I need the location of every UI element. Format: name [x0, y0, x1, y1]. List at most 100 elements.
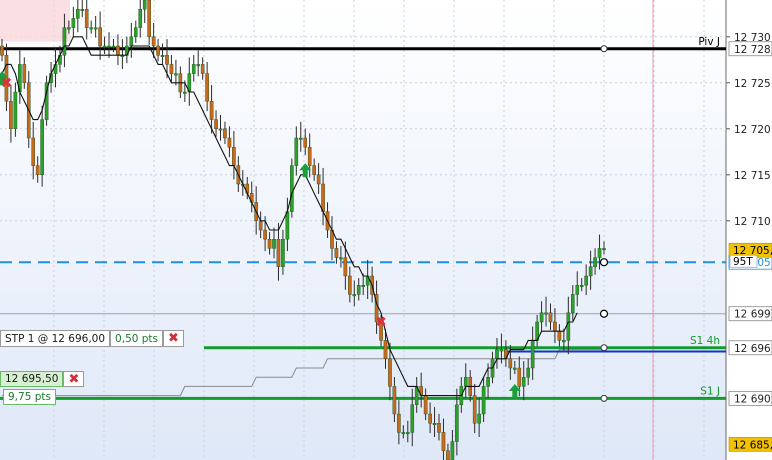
candle-body [548, 312, 553, 323]
candle-body [566, 312, 571, 341]
candle-body [521, 377, 526, 387]
candle-body [35, 165, 40, 176]
timeframe-label: 95T [733, 256, 753, 268]
price-chart[interactable]: Piv JS1 4hS1 J✖✖12 73012 72512 72012 715… [0, 0, 772, 460]
level-name: Piv J [698, 36, 720, 48]
candle-body [147, 0, 151, 37]
candle-body [214, 119, 218, 129]
candle-body [183, 91, 187, 94]
candle-body [40, 119, 44, 175]
candle-body [76, 8, 80, 19]
candle-body [530, 340, 535, 369]
candle-body [539, 312, 544, 323]
stop-order-box[interactable]: STP 1 @ 12 696,00 0,50 pts ✖ [0, 330, 184, 347]
close-icon[interactable]: ✖ [63, 371, 85, 387]
candle-body [307, 146, 312, 166]
candle-body [191, 64, 196, 74]
candle-body [410, 404, 415, 433]
candle-body [575, 285, 580, 295]
level-handle[interactable] [600, 45, 608, 53]
candle-body [209, 100, 214, 120]
candle-body [0, 45, 4, 56]
candle-body [423, 395, 428, 415]
level-price-label: 12 690,7 [734, 393, 772, 405]
candle-body [321, 183, 325, 212]
candle-body [455, 404, 459, 442]
candle-body [267, 238, 272, 249]
candle-body [397, 413, 401, 433]
candle-body [562, 340, 566, 343]
candle-body [517, 367, 522, 387]
candle-body [463, 377, 468, 387]
candle-body [200, 64, 205, 74]
sell-x-icon: ✖ [1, 75, 13, 91]
candle-body [31, 137, 36, 166]
ma-handle[interactable] [599, 309, 609, 318]
candle-body [392, 386, 397, 415]
candle-body [432, 423, 437, 425]
candle-body [142, 0, 147, 10]
candle-body [276, 238, 281, 267]
candle-body [428, 413, 432, 424]
entry-order-label: 12 695,50 [0, 371, 64, 387]
entry-order-box[interactable]: 12 695,50 ✖ [0, 371, 85, 387]
candle-body [405, 432, 410, 435]
candle-body [205, 73, 209, 102]
candle-body [312, 165, 316, 176]
candle-body [62, 27, 67, 56]
candle-body [361, 285, 366, 287]
entry-order-pts: 9,75 pts [3, 389, 56, 405]
candle-body [156, 45, 160, 56]
candle-body [584, 275, 588, 286]
candle-body [602, 248, 606, 251]
candle-body [388, 358, 392, 387]
candle-body [272, 238, 276, 249]
close-icon[interactable]: ✖ [163, 330, 184, 347]
candle-body [334, 248, 339, 258]
chart-root: { "chart_data": { "type": "candlestick",… [0, 0, 772, 460]
candle-body [22, 64, 27, 84]
candle-body [579, 285, 584, 287]
candle-body [285, 211, 290, 240]
candle-body [298, 137, 303, 140]
candle-body [98, 27, 102, 47]
candle-body [343, 257, 348, 277]
candle-body [133, 27, 138, 38]
candle-body [13, 91, 18, 129]
level-price-label: 12 699,9 [734, 309, 772, 321]
candle-body [544, 312, 548, 315]
candle-body [481, 386, 486, 415]
level-handle[interactable] [600, 394, 608, 402]
candle-body [93, 27, 98, 30]
stop-order-pts: 0,50 pts [110, 330, 164, 347]
candle-body [401, 432, 406, 435]
candle-body [151, 36, 156, 47]
candle-body [165, 55, 169, 65]
candle-body [129, 36, 134, 47]
candle-body [111, 45, 116, 48]
y-tick-label: 12 710 [734, 216, 771, 228]
candle-body [441, 432, 446, 451]
candle-body [477, 413, 481, 424]
candle-body [446, 450, 450, 460]
level-name: S1 4h [690, 335, 720, 347]
level-price-label: 12 696,2 [734, 343, 772, 355]
candle-body [227, 137, 232, 148]
current-price-label: 12 685,7 [733, 439, 772, 451]
level-name: S1 J [700, 385, 720, 397]
candle-body [348, 275, 352, 295]
level-handle[interactable] [600, 344, 608, 352]
candle-body [84, 8, 89, 28]
candle-body [169, 64, 174, 74]
y-tick-label: 12 720 [734, 124, 771, 136]
candle-body [499, 349, 504, 352]
candle-body [232, 146, 236, 166]
candle-body [160, 55, 165, 57]
candle-body [316, 174, 321, 185]
candle-body [508, 358, 513, 369]
candle-body [107, 45, 111, 48]
candle-body [80, 8, 85, 11]
current-price-handle[interactable] [599, 258, 609, 267]
candle-body [9, 100, 13, 129]
sell-x-icon: ✖ [375, 315, 387, 331]
